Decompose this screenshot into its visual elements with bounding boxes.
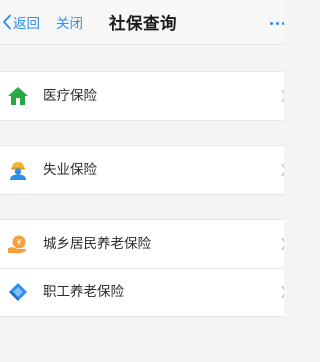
house-icon: [7, 85, 29, 107]
menu-item-unemployment-insurance[interactable]: 失业保险: [0, 146, 284, 194]
menu-item-label: 城乡居民养老保险: [43, 236, 151, 252]
chevron-right-icon: [281, 285, 284, 299]
menu-item-medical-insurance[interactable]: 医疗保险: [0, 72, 284, 120]
menu-item-employee-pension[interactable]: 职工养老保险: [0, 268, 284, 316]
chevron-right-icon: [281, 89, 284, 103]
chevron-left-icon: [2, 14, 12, 30]
worker-icon: [7, 159, 29, 181]
menu-group-unemployment: 失业保险: [0, 145, 284, 195]
page: 返回 关闭 社保查询 医疗保险 失业保险 ¥ 城乡居民养老保险 职工养老保险: [0, 0, 284, 362]
chevron-right-icon: [281, 163, 284, 177]
page-title: 社保查询: [109, 14, 177, 33]
back-label: 返回: [13, 16, 40, 32]
menu-item-resident-pension[interactable]: ¥ 城乡居民养老保险: [0, 220, 284, 268]
menu-group-medical: 医疗保险: [0, 71, 284, 121]
diamond-icon: [7, 281, 29, 303]
menu-item-label: 职工养老保险: [43, 284, 124, 300]
back-button[interactable]: 返回: [2, 10, 40, 34]
menu-item-label: 医疗保险: [43, 88, 97, 104]
navbar: 返回 关闭 社保查询: [0, 0, 284, 45]
chevron-right-icon: [281, 237, 284, 251]
menu-item-label: 失业保险: [43, 162, 97, 178]
yuan-hand-icon: ¥: [7, 233, 29, 255]
menu-group-pension: ¥ 城乡居民养老保险 职工养老保险: [0, 219, 284, 317]
more-dots-icon[interactable]: [270, 13, 284, 33]
close-button[interactable]: 关闭: [56, 10, 83, 34]
svg-text:¥: ¥: [16, 238, 21, 247]
